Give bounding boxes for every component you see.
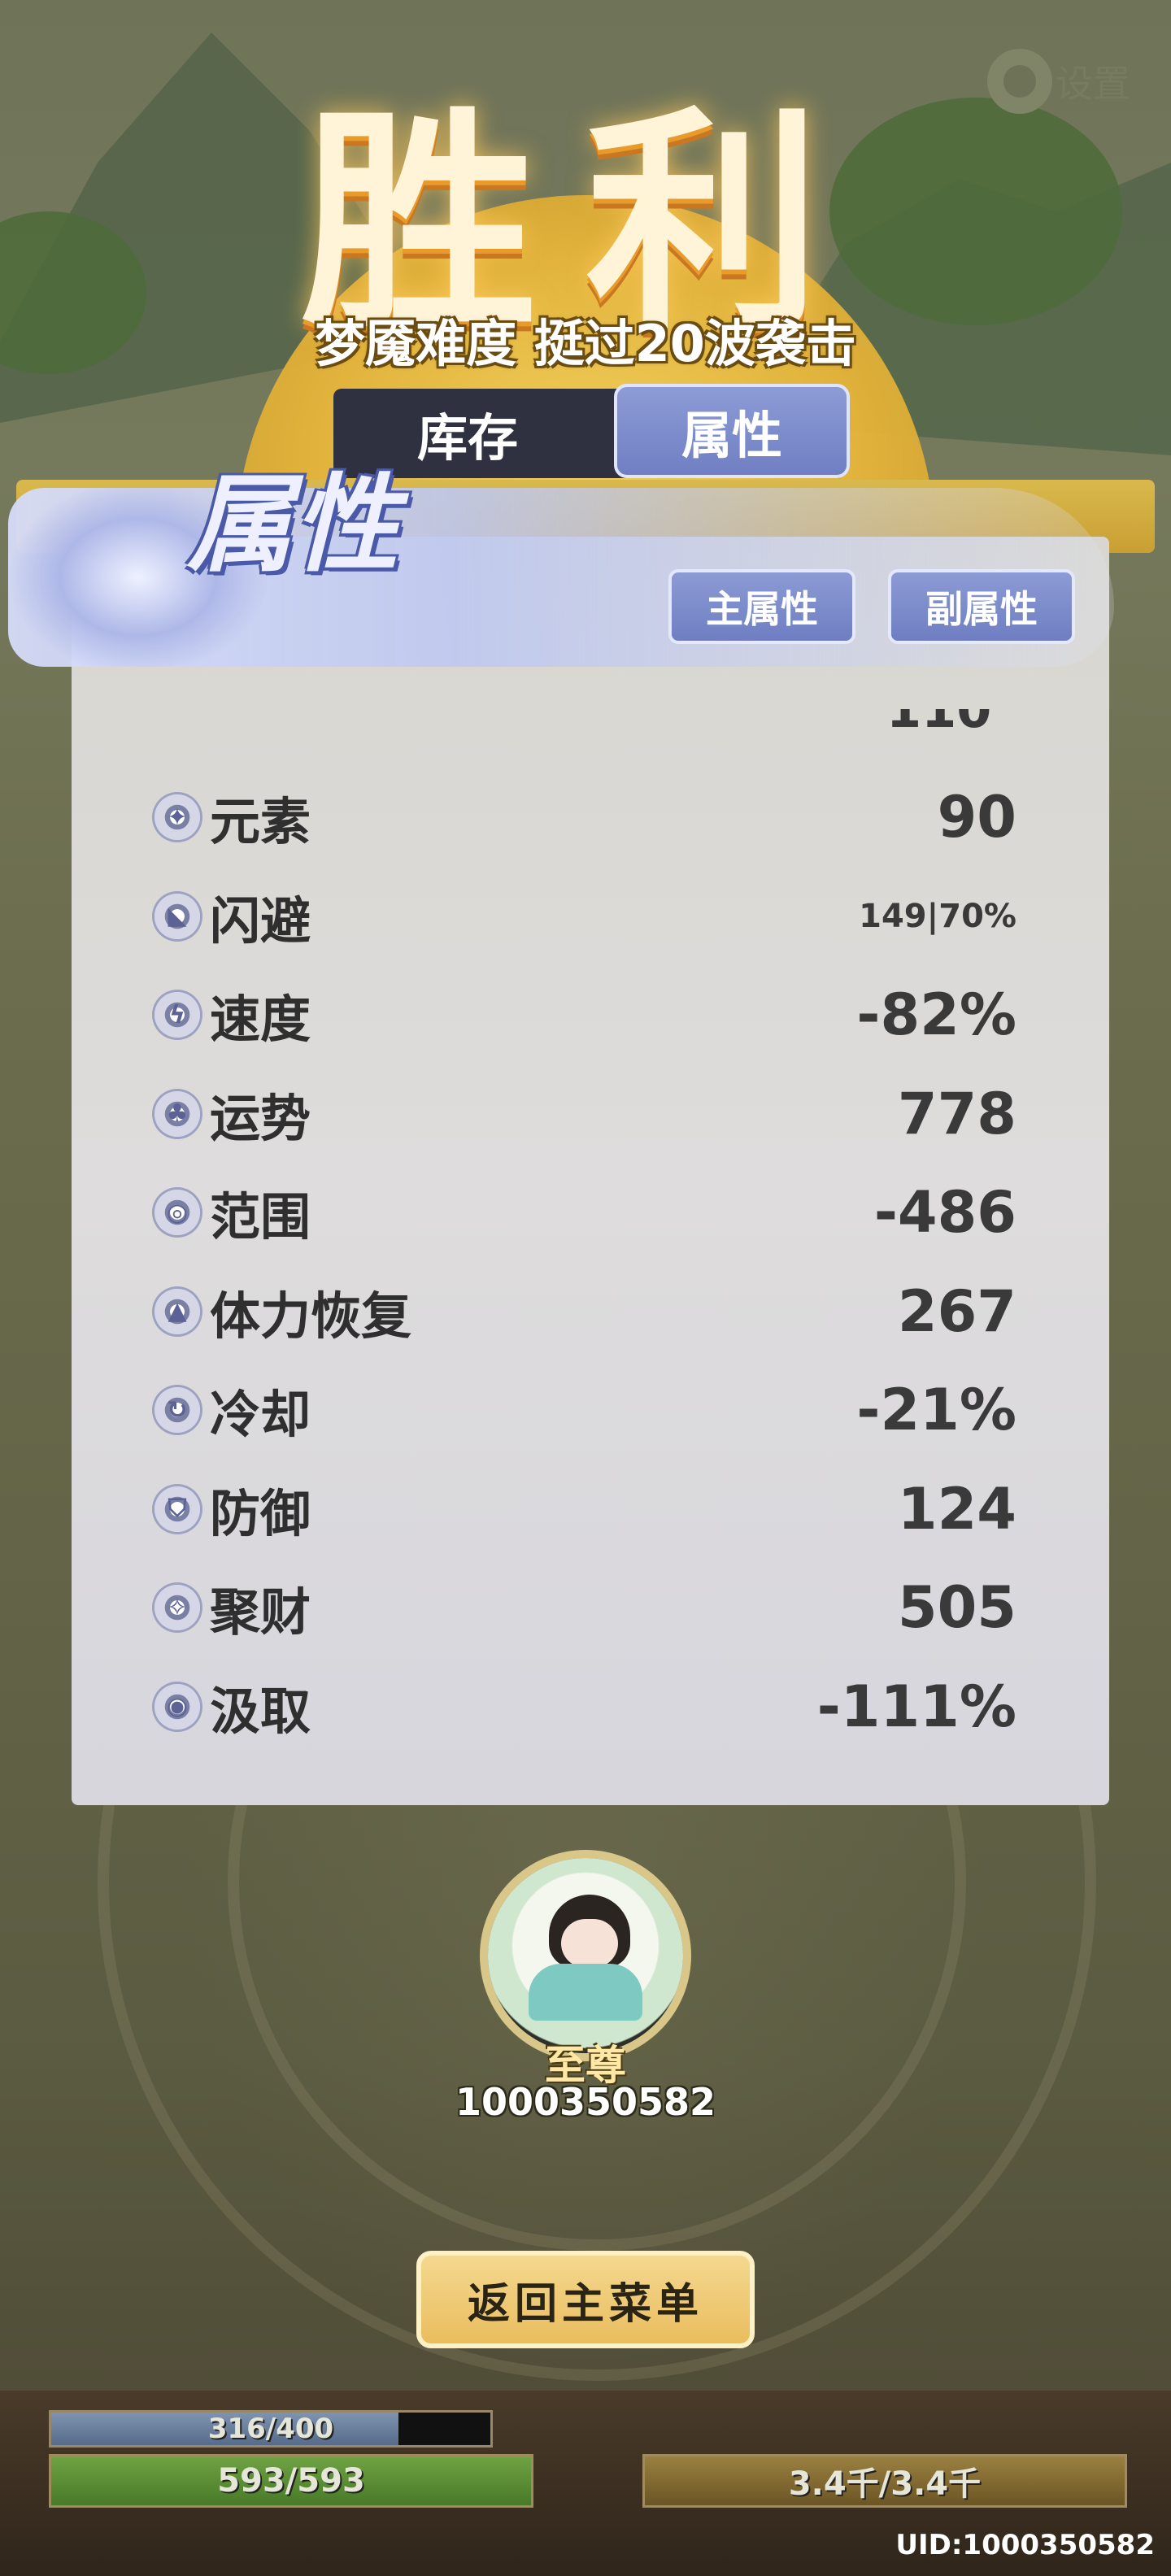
stat-value: 90	[937, 784, 1016, 851]
tab-bar: 库存 属性	[333, 384, 850, 478]
avatar-face	[561, 1919, 618, 1968]
meditation-icon: ▲	[155, 1288, 200, 1334]
stat-row: ✧ 聚财 505	[155, 1571, 1016, 1644]
target-icon: ◎	[155, 1190, 200, 1235]
stat-label: 聚财	[210, 1582, 311, 1642]
stat-value: -111%	[816, 1673, 1016, 1740]
stat-label: 冷却	[210, 1385, 311, 1444]
stat-value: -82%	[856, 981, 1016, 1048]
player-avatar[interactable]	[488, 1858, 683, 2053]
stat-value: 505	[897, 1574, 1016, 1641]
stat-row: ↻ 冷却 -21%	[155, 1373, 1016, 1447]
stat-label: 闪避	[210, 890, 311, 951]
avatar-robe	[529, 1964, 642, 2021]
stat-row: ◣ 闪避 149|70%	[155, 880, 1016, 953]
cooldown-icon: ↻	[155, 1387, 200, 1433]
boot-icon: ◣	[155, 893, 200, 939]
tab-attributes[interactable]: 属性	[614, 384, 850, 478]
stat-row: ◉ 汲取 -111%	[155, 1670, 1016, 1743]
stat-label: 防御	[210, 1483, 311, 1543]
stat-value: 124	[897, 1475, 1016, 1543]
shield-icon: ⛉	[155, 1486, 200, 1532]
stat-row: ⛉ 防御 124	[155, 1473, 1016, 1546]
stat-label: 运势	[210, 1088, 311, 1148]
stat-row: ▲ 体力恢复 267	[155, 1275, 1016, 1348]
stat-value: -21%	[856, 1377, 1016, 1443]
exp-text: 316/400	[207, 2413, 334, 2445]
panel-heading: 属性	[187, 462, 399, 586]
stat-label: 汲取	[210, 1681, 311, 1741]
stat-value: 267	[897, 1277, 1016, 1345]
stat-row-partial: 110	[155, 709, 1016, 742]
return-to-menu-button[interactable]: 返回主菜单	[416, 2251, 755, 2348]
stat-value: -486	[873, 1179, 1016, 1246]
stat-value: 778	[897, 1080, 1016, 1147]
player-id: 1000350582	[455, 2080, 716, 2124]
stat-label: 元素	[210, 792, 311, 851]
diamond-icon: ✦	[155, 794, 200, 840]
hp-bar: 593/593	[49, 2454, 533, 2508]
stat-label: 体力恢复	[210, 1286, 412, 1346]
stat-label: 速度	[210, 990, 311, 1049]
stat-row: ✦ 元素 90	[155, 781, 1016, 854]
stat-row: ♣ 运势 778	[155, 1077, 1016, 1151]
stat-row: ϟ 速度 -82%	[155, 978, 1016, 1051]
exp-bar: 316/400	[49, 2410, 493, 2448]
stat-row: ◎ 范围 -486	[155, 1176, 1016, 1249]
clover-icon: ♣	[155, 1090, 200, 1137]
lightning-icon: ϟ	[155, 992, 200, 1038]
vortex-icon: ◉	[155, 1683, 200, 1730]
gold-bar: 3.4千/3.4千	[642, 2454, 1127, 2508]
tab-main-attributes[interactable]: 主属性	[668, 569, 855, 644]
stat-value-partial: 110	[886, 709, 992, 739]
stat-value: 149|70%	[859, 897, 1016, 935]
stat-label: 范围	[210, 1187, 311, 1247]
uid-label: UID:1000350582	[895, 2529, 1155, 2561]
coin-icon: ✧	[155, 1585, 200, 1630]
tab-secondary-attributes[interactable]: 副属性	[888, 569, 1075, 644]
difficulty-subtitle: 梦魇难度 挺过20波袭击	[315, 314, 856, 373]
